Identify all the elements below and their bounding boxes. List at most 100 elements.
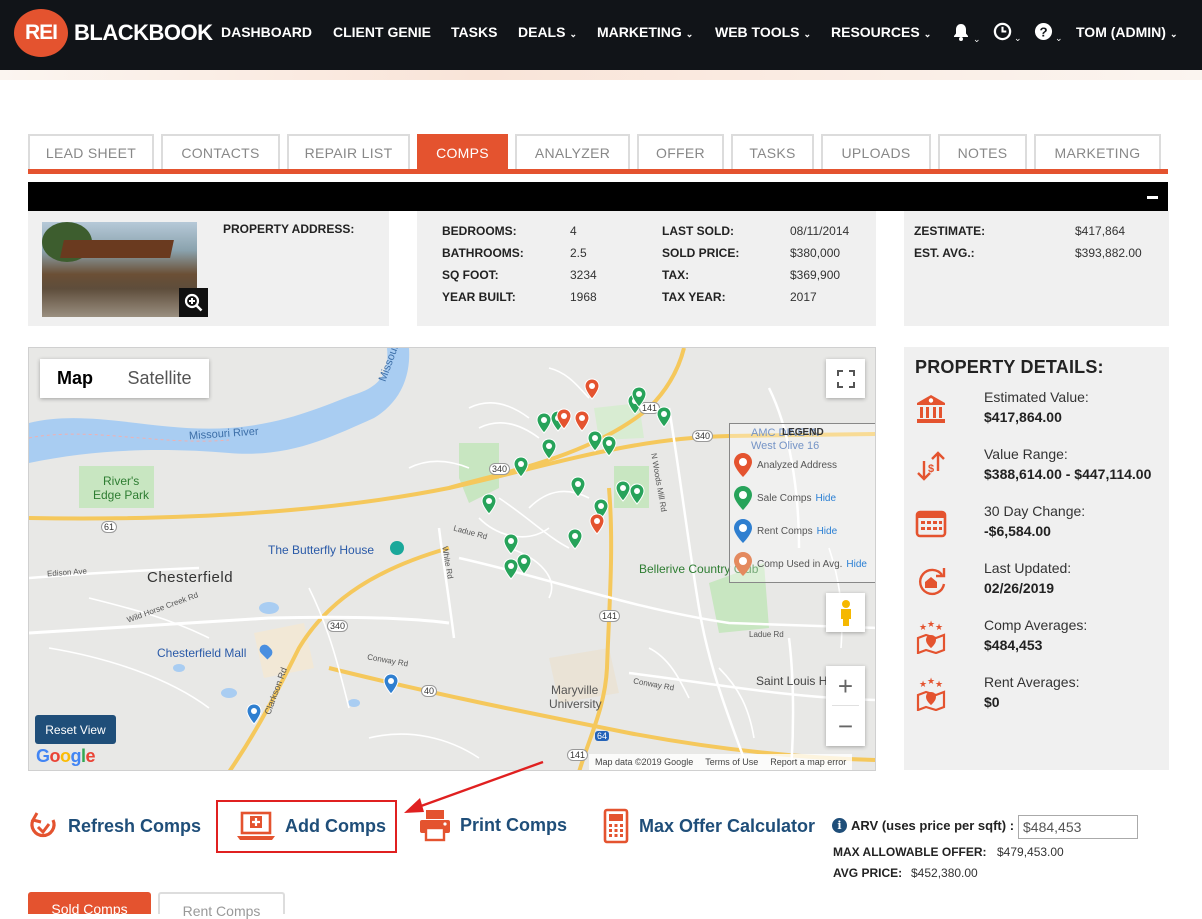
comp-marker-pin-icon[interactable] [574, 410, 590, 432]
fullscreen-button[interactable] [826, 359, 865, 398]
comp-marker-pin-icon[interactable] [383, 673, 399, 695]
reset-view-button[interactable]: Reset View [35, 715, 116, 744]
tab-offer[interactable]: OFFER [637, 134, 724, 170]
calculator-icon [603, 808, 629, 844]
calendar-icon [914, 506, 948, 540]
max-offer-label: MAX ALLOWABLE OFFER: [833, 845, 987, 859]
max-offer-calculator-button[interactable]: Max Offer Calculator [603, 808, 815, 844]
zoom-in-button[interactable]: + [826, 666, 865, 706]
map-data-text: Map data ©2019 Google [595, 757, 694, 767]
comp-marker-pin-icon[interactable] [556, 408, 572, 430]
user-menu[interactable]: TOM (ADMIN) ⌄ [1076, 24, 1178, 40]
chevron-down-icon: ⌄ [1014, 33, 1022, 43]
printer-icon [418, 808, 452, 842]
header-banner [0, 70, 1202, 80]
nav-dashboard[interactable]: DASHBOARD [221, 24, 312, 40]
bedrooms-label: BEDROOMS: [442, 224, 517, 238]
tab-comps[interactable]: COMPS [417, 134, 508, 170]
fullscreen-icon [836, 369, 855, 388]
svg-text:★: ★ [927, 620, 935, 629]
sqft-value: 3234 [570, 268, 597, 282]
last-sold-value: 08/11/2014 [790, 224, 850, 238]
legend-title: LEGEND [782, 427, 824, 438]
hide-sale-comps-link[interactable]: Hide [815, 493, 836, 504]
pin-icon [734, 552, 752, 576]
photo-zoom-button[interactable] [179, 288, 208, 317]
svg-text:★: ★ [935, 679, 943, 689]
arv-input[interactable] [1018, 815, 1138, 839]
comp-marker-pin-icon[interactable] [589, 513, 605, 535]
nav-deals[interactable]: DEALS ⌄ [518, 24, 577, 40]
google-logo: Google [36, 746, 96, 766]
tab-repair-list[interactable]: REPAIR LIST [287, 134, 410, 170]
comp-marker-pin-icon[interactable] [246, 703, 262, 725]
report-map-error-link[interactable]: Report a map error [770, 757, 846, 767]
comp-marker-pin-icon[interactable] [656, 406, 672, 428]
nav-tasks[interactable]: TASKS [451, 24, 497, 40]
terms-of-use-link[interactable]: Terms of Use [705, 757, 758, 767]
tax-value: $369,900 [790, 268, 841, 282]
comp-marker-pin-icon[interactable] [570, 476, 586, 498]
comp-marker-pin-icon[interactable] [513, 456, 529, 478]
comp-marker-pin-icon[interactable] [503, 533, 519, 555]
avg-price-value: $452,380.00 [911, 866, 978, 880]
comp-marker-pin-icon[interactable] [481, 493, 497, 515]
map-stars-icon: ★ ★ ★ [914, 619, 948, 655]
legend-row-sale: Sale Comps Hide [733, 485, 836, 511]
comp-marker-pin-icon[interactable] [536, 412, 552, 434]
notifications-button[interactable]: ⌄ [951, 22, 981, 47]
nav-web-tools[interactable]: WEB TOOLS ⌄ [715, 24, 811, 40]
max-offer-value: $479,453.00 [997, 845, 1064, 859]
refresh-comps-button[interactable]: Refresh Comps [28, 810, 201, 842]
tab-lead-sheet[interactable]: LEAD SHEET [28, 134, 154, 170]
logo[interactable]: REI BLACKBOOK [14, 9, 213, 57]
tab-notes[interactable]: NOTES [938, 134, 1027, 170]
history-button[interactable]: ⌄ [993, 22, 1022, 46]
comps-map[interactable]: 340 340 340 141 141 141 61 40 64 Missour… [28, 347, 876, 771]
comp-marker-pin-icon[interactable] [601, 435, 617, 457]
map-type-toggle: Map Satellite [40, 359, 209, 398]
route-340-shield: 340 [489, 463, 511, 475]
help-button[interactable]: ? ⌄ [1034, 22, 1063, 46]
info-icon[interactable]: i [832, 818, 847, 833]
comp-marker-pin-icon[interactable] [503, 558, 519, 580]
ladue-rd-label-2: Ladue Rd [749, 630, 784, 639]
tab-uploads[interactable]: UPLOADS [821, 134, 931, 170]
zoom-out-button[interactable]: − [826, 706, 865, 746]
comp-marker-pin-icon[interactable] [629, 483, 645, 505]
collapse-icon[interactable] [1147, 196, 1158, 199]
tab-contacts[interactable]: CONTACTS [161, 134, 280, 170]
chevron-down-icon: ⌄ [1169, 29, 1178, 39]
estimated-value-item: Estimated Value: $417,864.00 [904, 389, 1169, 437]
nav-resources[interactable]: RESOURCES ⌄ [831, 24, 931, 40]
tax-year-value: 2017 [790, 290, 817, 304]
nav-client-genie[interactable]: CLIENT GENIE [333, 24, 431, 40]
tab-analyzer[interactable]: ANALYZER [515, 134, 630, 170]
sold-price-label: SOLD PRICE: [662, 246, 740, 260]
svg-text:$: $ [928, 463, 934, 475]
street-view-button[interactable] [826, 593, 865, 632]
rent-comps-tab[interactable]: Rent Comps [158, 892, 285, 919]
hide-used-comps-link[interactable]: Hide [846, 559, 867, 570]
satellite-view-button[interactable]: Satellite [110, 359, 209, 398]
comp-marker-pin-icon[interactable] [541, 438, 557, 460]
comp-marker-pin-icon[interactable] [631, 386, 647, 408]
comp-marker-pin-icon[interactable] [584, 378, 600, 400]
sold-comps-tab[interactable]: Sold Comps [28, 892, 151, 917]
tab-marketing[interactable]: MARKETING [1034, 134, 1161, 170]
svg-text:★: ★ [935, 622, 943, 632]
comp-marker-pin-icon[interactable] [567, 528, 583, 550]
bedrooms-value: 4 [570, 224, 577, 238]
zestimate-label: ZESTIMATE: [914, 224, 986, 238]
hide-rent-comps-link[interactable]: Hide [817, 526, 838, 537]
pin-icon [734, 519, 752, 543]
route-340-shield: 340 [692, 430, 714, 442]
tab-tasks[interactable]: TASKS [731, 134, 814, 170]
pegman-icon [840, 599, 851, 626]
maryville-label: Maryville [551, 683, 599, 697]
print-comps-button[interactable]: Print Comps [418, 808, 567, 842]
svg-text:?: ? [1039, 24, 1047, 39]
nav-marketing[interactable]: MARKETING ⌄ [597, 24, 693, 40]
zoom-control: + − [826, 666, 865, 746]
map-view-button[interactable]: Map [40, 359, 110, 398]
